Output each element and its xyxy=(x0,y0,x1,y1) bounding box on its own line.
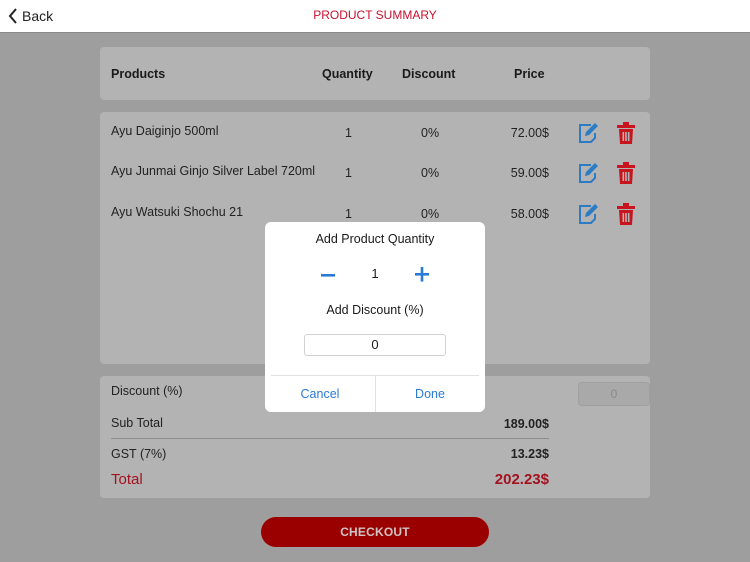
trash-icon xyxy=(617,122,635,144)
product-quantity: 1 xyxy=(345,207,352,221)
trash-icon xyxy=(617,203,635,225)
discount-label: Discount (%) xyxy=(111,384,183,398)
delete-button[interactable] xyxy=(615,121,637,145)
trash-icon xyxy=(617,162,635,184)
delete-button[interactable] xyxy=(615,202,637,226)
totals-divider xyxy=(111,438,549,439)
delete-button[interactable] xyxy=(615,161,637,185)
plus-icon xyxy=(415,267,429,282)
edit-icon xyxy=(579,123,598,143)
gst-value: 13.23$ xyxy=(510,447,549,461)
header-price: Price xyxy=(514,67,545,81)
subtotal-label: Sub Total xyxy=(111,416,163,430)
discount-title: Add Discount (%) xyxy=(326,303,424,317)
quantity-value: 1 xyxy=(371,266,379,281)
edit-icon xyxy=(579,204,598,224)
product-price: 58.00$ xyxy=(510,207,549,221)
product-discount: 0% xyxy=(421,126,440,140)
total-label: Total xyxy=(111,471,143,488)
done-button[interactable]: Done xyxy=(375,376,485,412)
cancel-button[interactable]: Cancel xyxy=(265,376,375,412)
product-name: Ayu Junmai Ginjo Silver Label 720ml xyxy=(111,164,316,178)
table-row: Ayu Junmai Ginjo Silver Label 720ml 1 0%… xyxy=(100,162,650,192)
total-value: 202.23$ xyxy=(494,471,549,488)
gst-label: GST (7%) xyxy=(111,447,167,461)
dialog-title: Add Product Quantity xyxy=(315,232,435,246)
edit-icon xyxy=(579,163,598,183)
header-quantity: Quantity xyxy=(322,67,373,81)
header-discount: Discount xyxy=(402,67,456,81)
navigation-bar: Back PRODUCT SUMMARY xyxy=(0,0,750,33)
dialog-discount-input[interactable] xyxy=(304,334,446,356)
add-quantity-dialog: Add Product Quantity 1 Add Discount (%) … xyxy=(265,222,485,412)
edit-button[interactable] xyxy=(577,202,599,226)
subtotal-value: 189.00$ xyxy=(503,417,549,431)
edit-button[interactable] xyxy=(577,121,599,145)
table-header: Products Quantity Discount Price xyxy=(100,47,650,100)
table-row: Ayu Daiginjo 500ml 1 0% 72.00$ xyxy=(100,122,650,152)
decrement-button[interactable] xyxy=(316,262,340,286)
product-name: Ayu Watsuki Shochu 21 xyxy=(111,205,244,219)
product-price: 59.00$ xyxy=(510,166,549,180)
product-quantity: 1 xyxy=(345,166,352,180)
product-discount: 0% xyxy=(421,166,440,180)
page-title: PRODUCT SUMMARY xyxy=(313,8,437,22)
product-price: 72.00$ xyxy=(510,126,549,140)
increment-button[interactable] xyxy=(410,262,434,286)
checkout-button[interactable]: CHECKOUT xyxy=(261,517,489,547)
product-name: Ayu Daiginjo 500ml xyxy=(111,124,219,138)
header-products: Products xyxy=(111,67,166,81)
product-quantity: 1 xyxy=(345,126,352,140)
product-discount: 0% xyxy=(421,207,440,221)
edit-button[interactable] xyxy=(577,161,599,185)
discount-input[interactable]: 0 xyxy=(578,382,650,406)
minus-icon xyxy=(321,274,335,277)
